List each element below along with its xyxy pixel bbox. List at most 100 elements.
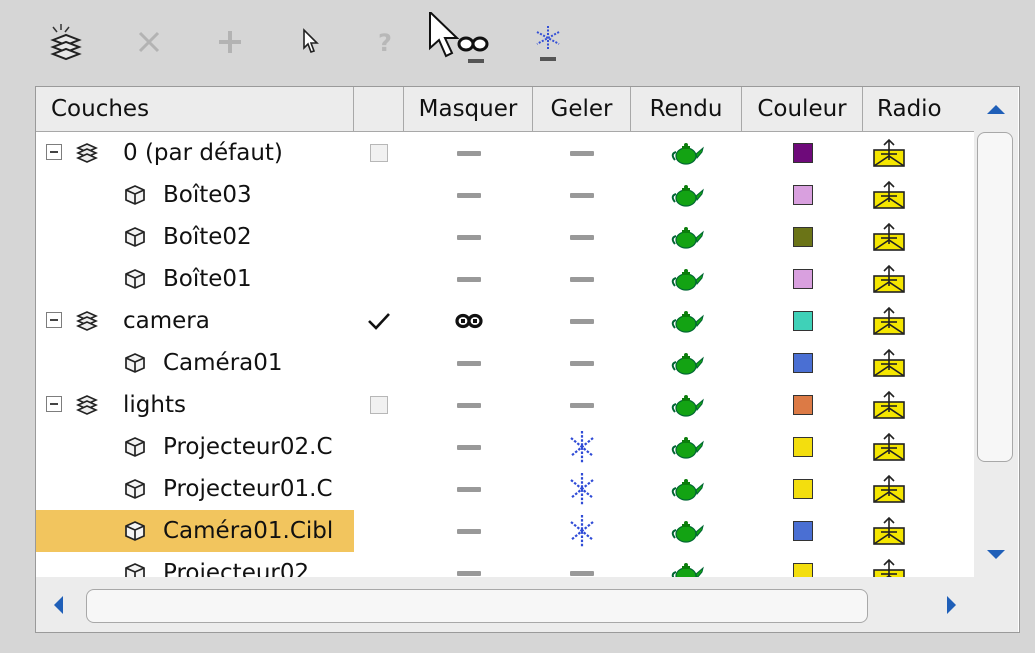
color-swatch[interactable] [792,143,813,163]
freeze-toggle[interactable] [533,426,631,468]
horizontal-scrollbar[interactable] [36,577,974,632]
render-toggle[interactable] [631,342,742,384]
vertical-scrollbar[interactable] [974,87,1018,577]
active-checkbox[interactable] [370,144,388,162]
object-row[interactable]: Caméra01 [36,342,974,384]
object-row[interactable]: Caméra01.Cibl [36,510,974,552]
freeze-toggle[interactable] [533,468,631,510]
radiosity-toggle[interactable] [863,510,974,552]
layer-name-cell[interactable]: Boîte02 [36,216,354,258]
color-swatch[interactable] [792,563,813,577]
active-cell[interactable] [354,510,404,552]
color-swatch[interactable] [792,521,813,541]
active-cell[interactable] [354,258,404,300]
radiosity-toggle[interactable] [863,426,974,468]
layer-name-cell[interactable]: Boîte01 [36,258,354,300]
active-cell[interactable] [354,300,404,342]
column-header-layers[interactable]: Couches [36,87,354,131]
object-row[interactable]: Boîte01 [36,258,974,300]
add-selection-button[interactable] [212,20,248,64]
color-swatch[interactable] [792,395,813,415]
scroll-down-button[interactable] [974,533,1018,577]
column-header-color[interactable]: Couleur [742,87,863,131]
delete-button[interactable] [131,20,167,64]
active-cell[interactable] [354,342,404,384]
layer-row[interactable]: camera [36,300,974,342]
hide-toggle[interactable] [404,174,533,216]
color-cell[interactable] [742,216,863,258]
freeze-layers-button[interactable] [528,20,568,64]
color-cell[interactable] [742,300,863,342]
hide-toggle[interactable] [404,426,533,468]
object-row[interactable]: Boîte03 [36,174,974,216]
layer-name-cell[interactable]: 0 (par défaut) [36,132,354,174]
render-toggle[interactable] [631,552,742,577]
object-row[interactable]: Boîte02 [36,216,974,258]
radiosity-toggle[interactable] [863,300,974,342]
horizontal-scroll-thumb[interactable] [86,589,868,623]
color-cell[interactable] [742,258,863,300]
layer-name-cell[interactable]: Caméra01.Cibl [36,510,354,552]
color-swatch[interactable] [792,437,813,457]
hide-toggle[interactable] [404,342,533,384]
scroll-left-button[interactable] [36,577,80,632]
render-toggle[interactable] [631,300,742,342]
create-layer-button[interactable] [48,20,84,64]
hide-toggle[interactable] [404,258,533,300]
object-row[interactable]: Projecteur02.C [36,426,974,468]
radiosity-toggle[interactable] [863,132,974,174]
layer-name-cell[interactable]: Projecteur02 [36,552,354,577]
layer-name-cell[interactable]: lights [36,384,354,426]
layer-name-cell[interactable]: Caméra01 [36,342,354,384]
color-swatch[interactable] [792,185,813,205]
column-header-freeze[interactable]: Geler [533,87,631,131]
active-cell[interactable] [354,552,404,577]
layer-name-cell[interactable]: Projecteur01.C [36,468,354,510]
hide-toggle[interactable] [404,300,533,342]
scroll-up-button[interactable] [974,87,1018,131]
color-cell[interactable] [742,342,863,384]
active-cell[interactable] [354,426,404,468]
hide-toggle[interactable] [404,384,533,426]
radiosity-toggle[interactable] [863,342,974,384]
radiosity-toggle[interactable] [863,216,974,258]
render-toggle[interactable] [631,384,742,426]
collapse-toggle[interactable] [46,396,62,412]
freeze-toggle[interactable] [533,384,631,426]
color-swatch[interactable] [792,311,813,331]
freeze-toggle[interactable] [533,132,631,174]
color-swatch[interactable] [792,353,813,373]
freeze-toggle[interactable] [533,342,631,384]
freeze-toggle[interactable] [533,258,631,300]
freeze-toggle[interactable] [533,300,631,342]
color-cell[interactable] [742,510,863,552]
freeze-toggle[interactable] [533,216,631,258]
radiosity-toggle[interactable] [863,258,974,300]
select-objects-button[interactable] [296,20,326,64]
column-header-hide[interactable]: Masquer [404,87,533,131]
render-toggle[interactable] [631,174,742,216]
color-cell[interactable] [742,132,863,174]
scroll-right-button[interactable] [930,577,974,632]
active-cell[interactable] [354,132,404,174]
active-cell[interactable] [354,384,404,426]
column-header-radiosity[interactable]: Radio [863,87,974,131]
object-row[interactable]: Projecteur01.C [36,468,974,510]
column-header-active[interactable] [354,87,404,131]
color-swatch[interactable] [792,269,813,289]
color-cell[interactable] [742,384,863,426]
active-cell[interactable] [354,468,404,510]
hide-toggle[interactable] [404,132,533,174]
freeze-toggle[interactable] [533,510,631,552]
hide-toggle[interactable] [404,216,533,258]
color-cell[interactable] [742,552,863,577]
color-cell[interactable] [742,426,863,468]
layer-properties-button[interactable]: ? [370,20,400,64]
hide-layers-button[interactable] [425,12,495,64]
column-header-render[interactable]: Rendu [631,87,742,131]
layer-name-cell[interactable]: Projecteur02.C [36,426,354,468]
layer-name-cell[interactable]: camera [36,300,354,342]
active-checkbox[interactable] [370,396,388,414]
radiosity-toggle[interactable] [863,174,974,216]
render-toggle[interactable] [631,216,742,258]
